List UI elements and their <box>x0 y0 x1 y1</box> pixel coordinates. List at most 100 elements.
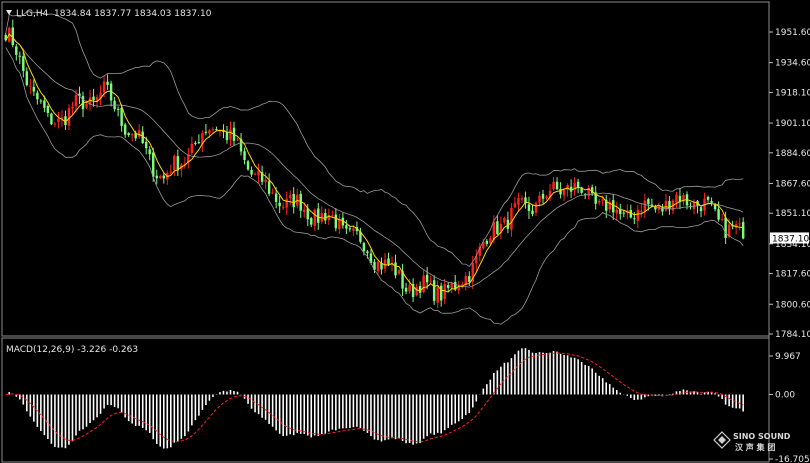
candle-body <box>517 198 520 205</box>
candle-body <box>106 81 109 85</box>
candle-body <box>534 203 538 213</box>
last-price-marker: 1837.10 <box>770 232 809 244</box>
candle-body <box>362 243 366 252</box>
candle-body <box>127 133 130 136</box>
candle-body <box>278 202 281 207</box>
candle-body <box>520 198 524 200</box>
macd-tick-label: -16.705 <box>775 455 810 463</box>
candle-body <box>643 200 647 211</box>
candle-body <box>664 200 668 211</box>
candle-body <box>436 287 439 303</box>
candle-body <box>724 217 727 238</box>
price-tick-label: 1867.60 <box>775 179 810 189</box>
candle-body <box>267 181 271 194</box>
price-tick-label: 1784.10 <box>775 330 810 340</box>
candle-body <box>348 228 352 230</box>
candle-body <box>513 203 517 208</box>
candle-body <box>422 275 425 293</box>
candle-body <box>738 223 741 225</box>
candle-body <box>53 123 57 125</box>
candle-body <box>622 212 626 214</box>
candle-body <box>555 181 559 190</box>
candle-body <box>288 195 292 199</box>
candle-body <box>489 238 492 244</box>
price-tick-label: 1800.60 <box>775 300 810 310</box>
candle-body <box>250 169 253 175</box>
candle-body <box>46 105 50 113</box>
candle-body <box>74 94 78 107</box>
price-tick-label: 1817.60 <box>775 270 810 280</box>
candle-body <box>137 130 141 137</box>
candle-body <box>310 218 313 225</box>
candle-body <box>640 211 643 213</box>
last-price-label: 1837.10 <box>772 234 809 244</box>
candle-body <box>450 283 453 289</box>
candle-body <box>446 285 450 288</box>
candle-body <box>334 214 338 229</box>
ohlc-values: 1834.84 1837.77 1834.03 1837.10 <box>54 9 212 19</box>
candle-body <box>25 71 29 86</box>
macd-tick-label: 0.00 <box>775 390 795 400</box>
candle-body <box>404 287 408 292</box>
watermark-subtitle: 汉 声 集 团 <box>735 442 775 452</box>
candle-body <box>496 221 499 234</box>
candle-body <box>197 142 201 144</box>
macd-tick-label: 9.967 <box>775 352 801 362</box>
candle-body <box>176 156 180 171</box>
candle-body <box>303 209 306 212</box>
candle-body <box>123 124 127 135</box>
candle-body <box>552 181 555 190</box>
symbol-title: LLG,H4 <box>16 9 49 19</box>
macd-title: MACD(12,26,9) -3.226 -0.263 <box>6 345 138 355</box>
candle-body <box>194 142 197 144</box>
candle-body <box>668 200 671 210</box>
candle-body <box>394 262 397 276</box>
candle-body <box>243 151 246 160</box>
candle-body <box>741 222 745 239</box>
candle-body <box>36 92 39 100</box>
candle-body <box>566 185 569 190</box>
candle-body <box>720 219 724 221</box>
candle-body <box>615 209 618 214</box>
candle-body <box>425 274 429 283</box>
candle-body <box>225 131 229 141</box>
candle-body <box>601 199 604 201</box>
candle-body <box>538 195 541 203</box>
candle-body <box>102 81 106 93</box>
chart-header: LLG,H4 1834.84 1837.77 1834.03 1837.10 <box>6 9 212 19</box>
candle-body <box>50 113 53 125</box>
candle-body <box>144 141 148 149</box>
candle-body <box>492 221 496 240</box>
candle-body <box>204 131 208 133</box>
price-tick-label: 1934.60 <box>775 59 810 69</box>
candle-body <box>22 56 25 71</box>
candle-body <box>130 134 134 136</box>
price-tick-label: 1851.10 <box>775 209 810 219</box>
candle-body <box>415 286 418 296</box>
candle-body <box>562 189 566 196</box>
candle-body <box>211 129 215 131</box>
candle-body <box>29 85 32 87</box>
candle-body <box>397 270 401 274</box>
candle-body <box>429 280 432 282</box>
candle-body <box>292 193 295 208</box>
watermark-name: SINO SOUND <box>733 432 791 441</box>
candle-body <box>18 55 22 57</box>
candle-body <box>271 192 274 194</box>
candle-body <box>116 108 120 110</box>
candle-body <box>352 228 355 231</box>
candle-body <box>67 108 71 126</box>
candle-body <box>510 207 513 230</box>
candle-body <box>647 199 650 205</box>
candle-body <box>285 198 288 208</box>
candle-body <box>169 171 173 173</box>
candle-body <box>190 143 194 153</box>
candle-body <box>281 206 285 208</box>
candle-body <box>246 161 250 170</box>
candle-body <box>71 106 74 109</box>
candle-body <box>468 276 471 282</box>
candle-body <box>43 100 46 108</box>
candle-body <box>92 96 95 101</box>
candle-body <box>531 210 534 215</box>
candle-body <box>597 200 601 203</box>
